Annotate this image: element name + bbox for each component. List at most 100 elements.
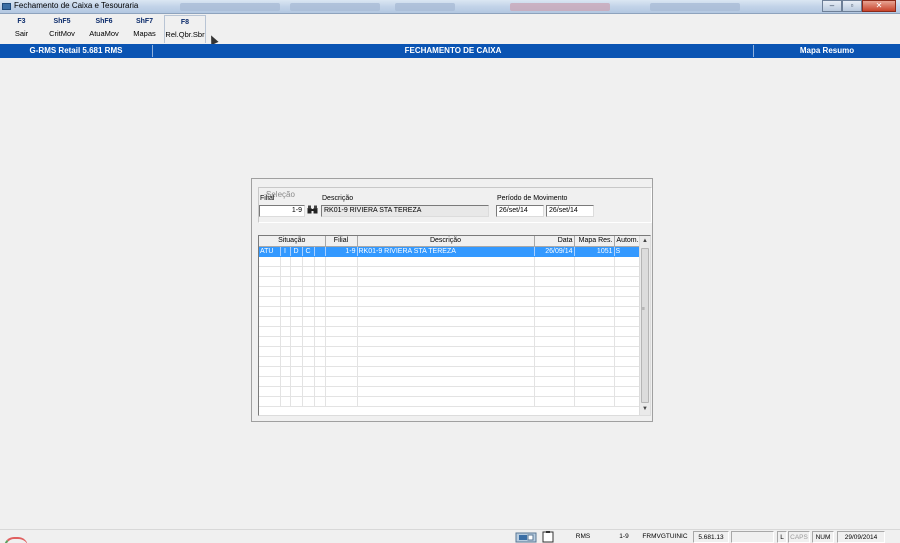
empty-cell [325, 316, 358, 327]
status-system: RMS [575, 533, 591, 540]
empty-cell [357, 266, 535, 277]
descricao-field: RK01-9 RIVIERA STA TEREZA [321, 205, 489, 217]
close-button[interactable]: ✕ [862, 0, 896, 12]
empty-cell [259, 266, 281, 277]
status-program: FRMVGTUINIC [642, 533, 688, 540]
empty-cell [290, 366, 303, 377]
empty-cell [314, 386, 326, 397]
minimize-button[interactable]: – [822, 0, 842, 12]
window-controls: – ▫ ✕ [822, 0, 896, 12]
empty-cell [534, 296, 575, 307]
binoculars-search-icon[interactable] [307, 205, 318, 214]
title-bar: Fechamento de Caixa e Tesouraria – ▫ ✕ [0, 0, 900, 14]
empty-cell [302, 376, 315, 387]
empty-cell [325, 296, 358, 307]
empty-cell [280, 266, 291, 277]
empty-cell [290, 316, 303, 327]
empty-cell [314, 336, 326, 347]
empty-cell [534, 286, 575, 297]
empty-cell [314, 316, 326, 327]
empty-cell [614, 376, 642, 387]
empty-cell [290, 286, 303, 297]
empty-cell [534, 306, 575, 317]
empty-cell [259, 346, 281, 357]
atuamov-button[interactable]: ShF6 AtuaMov [83, 15, 125, 43]
empty-cell [259, 386, 281, 397]
empty-cell [614, 276, 642, 287]
cell-situacao-3: D [290, 246, 303, 257]
empty-cell [534, 366, 575, 377]
rel-qbr-sbr-button[interactable]: F8 Rel.Qbr.Sbr [164, 15, 206, 43]
empty-cell [574, 326, 615, 337]
empty-cell [302, 286, 315, 297]
col-header-autom[interactable]: Autom. [614, 236, 642, 247]
grid-scrollbar[interactable]: ▲ ≡ ▼ [639, 236, 650, 415]
col-header-mapa[interactable]: Mapa Res. [574, 236, 615, 247]
status-filial: 1-9 [619, 533, 629, 540]
empty-cell [314, 276, 326, 287]
fkey-text: Sair [14, 29, 29, 38]
cell-autom: S [614, 246, 642, 257]
col-header-descricao[interactable]: Descrição [357, 236, 535, 247]
empty-cell [574, 336, 615, 347]
empty-cell [259, 336, 281, 347]
cell-situacao-2: I [280, 246, 291, 257]
empty-cell [302, 346, 315, 357]
periodo-de-field[interactable]: 26/set/14 [496, 205, 544, 217]
empty-cell [290, 376, 303, 387]
empty-cell [614, 326, 642, 337]
empty-table-row [259, 266, 642, 277]
empty-cell [280, 396, 291, 407]
empty-cell [280, 346, 291, 357]
blurred-title-text [395, 3, 455, 11]
mapas-button[interactable]: ShF7 Mapas [125, 15, 164, 43]
filial-field[interactable]: 1-9 [259, 205, 305, 217]
empty-cell [290, 336, 303, 347]
empty-cell [574, 286, 615, 297]
empty-cell [290, 266, 303, 277]
empty-cell [280, 276, 291, 287]
empty-cell [314, 376, 326, 387]
empty-cell [357, 366, 535, 377]
scroll-up-icon[interactable]: ▲ [640, 236, 650, 247]
periodo-ate-field[interactable]: 26/set/14 [546, 205, 594, 217]
empty-cell [325, 386, 358, 397]
empty-cell [302, 256, 315, 267]
empty-cell [357, 396, 535, 407]
empty-cell [290, 346, 303, 357]
empty-cell [534, 276, 575, 287]
empty-cell [302, 366, 315, 377]
empty-cell [302, 336, 315, 347]
empty-cell [259, 256, 281, 267]
empty-table-row [259, 376, 642, 387]
col-header-filial[interactable]: Filial [325, 236, 358, 247]
status-num: NUM [812, 531, 834, 543]
module-header: G-RMS Retail 5.681 RMS FECHAMENTO DE CAI… [0, 44, 900, 58]
empty-table-row [259, 386, 642, 397]
sair-button[interactable]: F3 Sair [2, 15, 41, 43]
empty-cell [614, 346, 642, 357]
col-header-data[interactable]: Data [534, 236, 575, 247]
empty-cell [574, 316, 615, 327]
maximize-button[interactable]: ▫ [842, 0, 862, 12]
table-row[interactable]: ATU I D C 1-9 RK01-9 RIVIERA STA TEREZA … [259, 246, 642, 257]
scroll-thumb[interactable] [641, 248, 649, 403]
empty-cell [314, 296, 326, 307]
fkey-label: ShF7 [135, 18, 154, 25]
screen-name: Mapa Resumo [799, 46, 855, 55]
empty-cell [314, 396, 326, 407]
empty-cell [314, 346, 326, 357]
empty-cell [534, 256, 575, 267]
empty-cell [290, 396, 303, 407]
empty-cell [314, 256, 326, 267]
col-header-situacao[interactable]: Situação [259, 236, 326, 247]
empty-cell [314, 266, 326, 277]
critmov-button[interactable]: ShF5 CritMov [41, 15, 83, 43]
empty-cell [325, 356, 358, 367]
empty-cell [290, 356, 303, 367]
scroll-down-icon[interactable]: ▼ [640, 404, 650, 415]
empty-cell [614, 266, 642, 277]
empty-cell [357, 356, 535, 367]
cell-descricao: RK01-9 RIVIERA STA TEREZA [357, 246, 535, 257]
status-version: 5.681.13 [693, 531, 729, 543]
